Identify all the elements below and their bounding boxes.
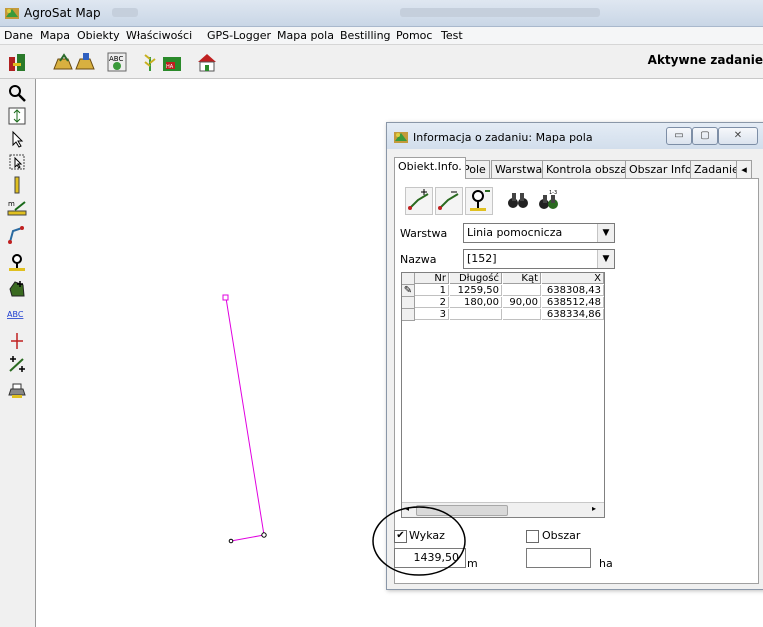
svg-text:ABC: ABC	[109, 55, 123, 63]
area-field[interactable]	[526, 548, 591, 568]
tab-obszar-info[interactable]: Obszar Info.	[625, 160, 700, 178]
measure-line-icon[interactable]: m	[7, 198, 27, 218]
zoom-icon[interactable]	[7, 83, 27, 103]
nazwa-value: [152]	[467, 252, 497, 265]
grid-corner	[402, 273, 415, 285]
binoculars-numbered-icon[interactable]: 1-3	[535, 187, 561, 213]
active-task-label: Aktywne zadanie	[647, 53, 763, 67]
svg-text:1-3: 1-3	[549, 190, 557, 196]
tab-warstwa[interactable]: Warstwa	[491, 160, 547, 178]
annotation-circle	[372, 506, 466, 576]
nazwa-label: Nazwa	[400, 253, 437, 266]
area-unit: ha	[599, 557, 613, 570]
grid-header-nr[interactable]: Nr	[415, 273, 449, 284]
cell-dlugosc[interactable]: 180,00	[450, 297, 502, 308]
harvest-ha-icon[interactable]: HA	[161, 51, 183, 73]
line-vertex-end[interactable]	[228, 538, 234, 544]
menu-pomoc[interactable]: Pomoc	[396, 29, 432, 42]
grid-header-kat[interactable]: Kąt	[503, 273, 541, 284]
grid-header-x[interactable]: X	[542, 273, 604, 284]
cell-x[interactable]: 638334,86	[542, 309, 604, 320]
cell-kat[interactable]	[503, 285, 541, 296]
left-tool-strip: m ABC	[0, 79, 36, 627]
abc-label-icon[interactable]: ABC	[106, 51, 128, 73]
binoculars-icon[interactable]	[505, 187, 531, 213]
row-edit-icon: ✎	[402, 285, 415, 297]
menu-obiekty[interactable]: Obiekty	[77, 29, 120, 42]
farm-icon[interactable]	[196, 51, 218, 73]
divide-add-icon[interactable]	[7, 355, 27, 375]
cell-x[interactable]: 638512,48	[542, 297, 604, 308]
cell-dlugosc[interactable]: 1259,50	[450, 285, 502, 296]
scroll-right-icon[interactable]: ▸	[592, 504, 596, 513]
menu-mapa[interactable]: Mapa	[40, 29, 70, 42]
warstwa-value: Linia pomocnicza	[467, 226, 563, 239]
tab-scroll-left-icon[interactable]: ◂	[736, 160, 752, 178]
title-bar: AgroSat Map	[0, 0, 763, 27]
annotation-ellipse	[372, 506, 466, 576]
window-title: AgroSat Map	[24, 6, 101, 20]
svg-text:ABC: ABC	[7, 310, 24, 319]
cell-nr[interactable]: 1	[415, 285, 449, 296]
menu-wlasciwosci[interactable]: Właściwości	[126, 29, 192, 42]
save-field-icon[interactable]	[74, 51, 96, 73]
row-indicator	[402, 297, 415, 309]
menu-bar: Dane Mapa Obiekty Właściwości GPS-Logger…	[0, 27, 763, 45]
cell-nr[interactable]: 3	[415, 309, 449, 320]
split-icon[interactable]	[7, 331, 27, 351]
menu-gps-logger[interactable]: GPS-Logger	[207, 29, 271, 42]
svg-text:m: m	[8, 200, 15, 208]
tab-zadanie[interactable]: Zadanie	[690, 160, 743, 178]
add-polygon-icon[interactable]	[7, 279, 27, 299]
chevron-down-icon[interactable]: ▼	[597, 224, 614, 242]
close-icon[interactable]: ✕	[718, 127, 758, 145]
print-icon[interactable]	[7, 381, 27, 401]
dialog-title: Informacja o zadaniu: Mapa pola	[413, 131, 593, 144]
warstwa-select[interactable]: Linia pomocnicza ▼	[463, 223, 615, 243]
pointer-icon[interactable]	[7, 129, 27, 149]
line-vertex-start[interactable]	[222, 294, 229, 301]
line-vertex-mid[interactable]	[261, 532, 267, 538]
select-area-icon[interactable]	[7, 152, 27, 172]
cell-dlugosc[interactable]	[450, 309, 502, 320]
svg-text:HA: HA	[166, 64, 174, 70]
agrosat-window: AgroSat Map Dane Mapa Obiekty Właściwośc…	[0, 0, 763, 627]
agrosat-logo-icon[interactable]	[6, 51, 28, 73]
gps-track-icon[interactable]	[465, 187, 493, 215]
refresh-icon[interactable]	[7, 106, 27, 126]
cell-kat[interactable]	[503, 309, 541, 320]
menu-test[interactable]: Test	[441, 29, 463, 42]
import-points-icon[interactable]	[405, 187, 433, 215]
row-indicator	[402, 309, 415, 321]
obszar-label: Obszar	[542, 529, 581, 542]
agrosat-logo-icon	[394, 132, 408, 143]
warstwa-label: Warstwa	[400, 227, 448, 240]
abc-text-icon[interactable]: ABC	[7, 305, 27, 325]
agrosat-logo-icon	[5, 8, 19, 19]
tab-obiekt-info[interactable]: Obiekt.Info.	[394, 157, 466, 179]
dialog-tabs: Obiekt.Info. Pole Warstwa Kontrola obsza…	[394, 157, 763, 179]
maximize-icon[interactable]: ▢	[692, 127, 718, 145]
export-points-icon[interactable]	[435, 187, 463, 215]
cell-nr[interactable]: 2	[415, 297, 449, 308]
nazwa-select[interactable]: [152] ▼	[463, 249, 615, 269]
segment-grid[interactable]: Nr Długość Kąt X ✎ 1 1259,50 638308,43 2…	[401, 272, 605, 518]
gps-marker-icon[interactable]	[7, 252, 27, 272]
dialog-title-bar: Informacja o zadaniu: Mapa pola ▭ ▢ ✕	[387, 123, 763, 149]
menu-mapa-pola[interactable]: Mapa pola	[277, 29, 334, 42]
helper-line[interactable]	[225, 297, 265, 542]
obszar-checkbox[interactable]	[526, 530, 539, 543]
cell-x[interactable]: 638308,43	[542, 285, 604, 296]
measure-vertical-icon[interactable]	[7, 175, 27, 195]
menu-dane[interactable]: Dane	[4, 29, 33, 42]
open-field-icon[interactable]	[52, 51, 74, 73]
minimize-icon[interactable]: ▭	[666, 127, 692, 145]
menu-bestilling[interactable]: Bestilling	[340, 29, 391, 42]
chevron-down-icon[interactable]: ▼	[597, 250, 614, 268]
crop-icon[interactable]	[139, 51, 161, 73]
draw-line-icon[interactable]	[7, 225, 27, 245]
grid-header-dlugosc[interactable]: Długość	[450, 273, 502, 284]
cell-kat[interactable]: 90,00	[503, 297, 541, 308]
